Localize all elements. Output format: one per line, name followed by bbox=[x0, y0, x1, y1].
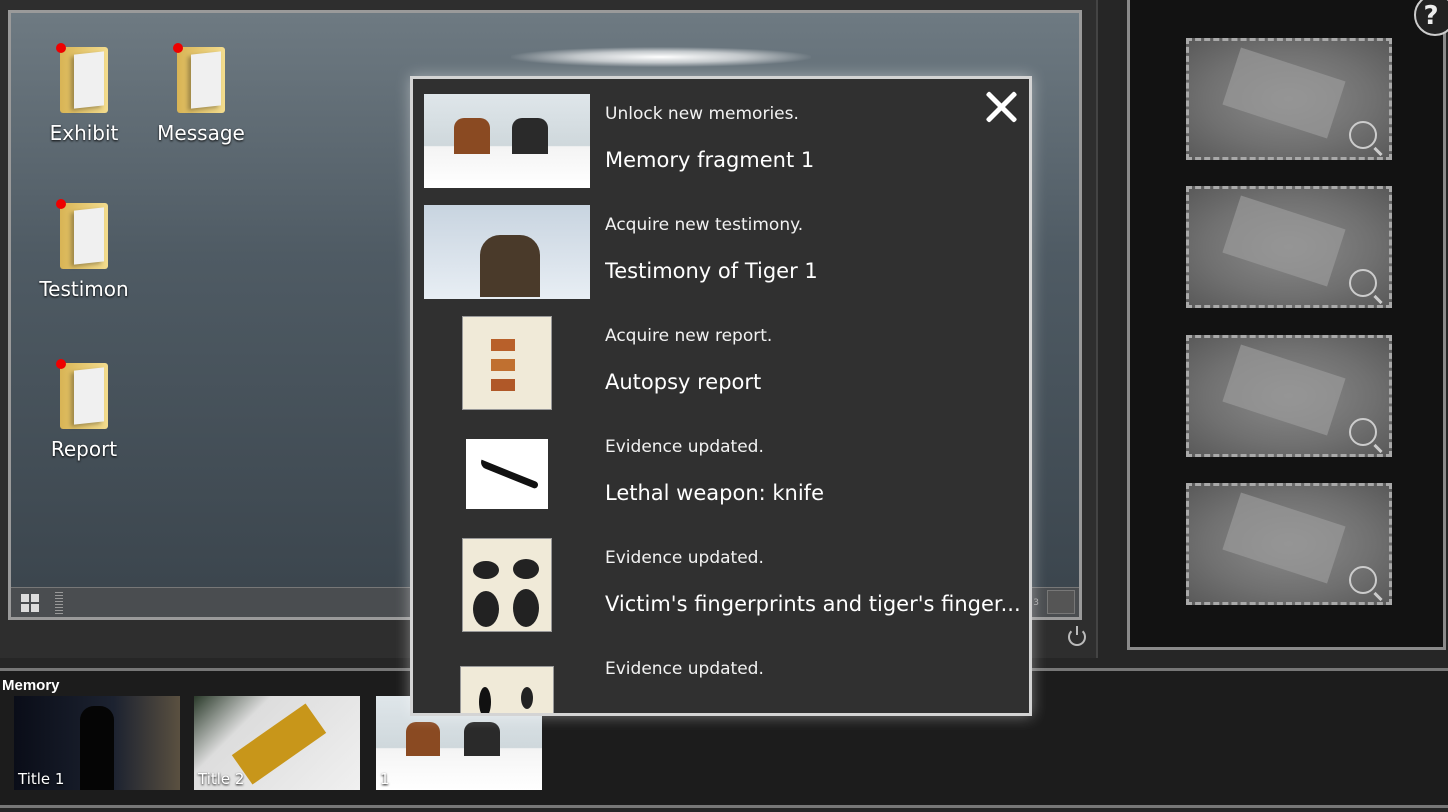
notification-title: Autopsy report bbox=[605, 370, 762, 394]
notification-item[interactable]: Evidence updated. bbox=[424, 649, 1024, 713]
notification-subtitle: Evidence updated. bbox=[605, 437, 764, 457]
memory-thumb-label: Title 2 bbox=[198, 770, 245, 788]
evidence-slot[interactable] bbox=[1186, 335, 1392, 457]
tray-text: 3 bbox=[1033, 598, 1039, 608]
show-desktop-button[interactable] bbox=[1047, 590, 1075, 614]
notification-subtitle: Acquire new testimony. bbox=[605, 215, 804, 235]
memory-thumb-label: Title 1 bbox=[18, 770, 65, 788]
magnifier-icon[interactable] bbox=[1349, 121, 1377, 149]
notification-subtitle: Unlock new memories. bbox=[605, 104, 799, 124]
knife-thumbnail bbox=[424, 427, 590, 521]
memory-thumb-label: 1 bbox=[380, 770, 390, 788]
evidence-slot[interactable] bbox=[1186, 38, 1392, 160]
notification-item[interactable]: Evidence updated. Lethal weapon: knife bbox=[424, 427, 1024, 521]
new-badge-icon bbox=[56, 199, 66, 209]
notification-subtitle: Evidence updated. bbox=[605, 548, 764, 568]
memory-label: Memory bbox=[2, 677, 60, 694]
memory-thumb[interactable]: Title 1 bbox=[14, 696, 180, 790]
windows-icon[interactable] bbox=[21, 594, 39, 612]
icon-label: Exhibit bbox=[49, 121, 119, 145]
desktop-icon-testimony[interactable]: Testimon bbox=[29, 199, 139, 301]
desktop-icon-message[interactable]: Message bbox=[146, 43, 256, 145]
magnifier-icon[interactable] bbox=[1349, 566, 1377, 594]
folder-icon bbox=[56, 43, 108, 113]
folder-icon bbox=[173, 43, 225, 113]
report-thumbnail bbox=[424, 316, 590, 410]
notification-subtitle: Evidence updated. bbox=[605, 659, 764, 679]
desktop-icon-report[interactable]: Report bbox=[29, 359, 139, 461]
folder-icon bbox=[56, 359, 108, 429]
new-badge-icon bbox=[56, 359, 66, 369]
icon-label: Report bbox=[50, 437, 118, 461]
evidence-slot[interactable] bbox=[1186, 186, 1392, 308]
testimony-thumbnail bbox=[424, 205, 590, 299]
desktop-icon-exhibit[interactable]: Exhibit bbox=[29, 43, 139, 145]
footprint-thumbnail bbox=[424, 649, 590, 713]
notification-title: Memory fragment 1 bbox=[605, 148, 815, 172]
fingerprint-thumbnail bbox=[424, 538, 590, 632]
ceiling-light bbox=[511, 47, 811, 67]
memory-thumb[interactable]: Title 2 bbox=[194, 696, 360, 790]
memory-thumbnail bbox=[424, 94, 590, 188]
notification-item[interactable]: Unlock new memories. Memory fragment 1 bbox=[424, 94, 1024, 188]
taskbar-grip[interactable] bbox=[55, 592, 63, 614]
notification-popup: Unlock new memories. Memory fragment 1 A… bbox=[410, 76, 1032, 716]
magnifier-icon[interactable] bbox=[1349, 418, 1377, 446]
evidence-panel bbox=[1127, 0, 1446, 650]
notification-subtitle: Acquire new report. bbox=[605, 326, 773, 346]
evidence-slot[interactable] bbox=[1186, 483, 1392, 605]
folder-icon bbox=[56, 199, 108, 269]
notification-item[interactable]: Evidence updated. Victim's fingerprints … bbox=[424, 538, 1024, 632]
power-icon[interactable] bbox=[1068, 626, 1086, 646]
new-badge-icon bbox=[56, 43, 66, 53]
notification-item[interactable]: Acquire new report. Autopsy report bbox=[424, 316, 1024, 410]
icon-label: Testimon bbox=[39, 277, 129, 301]
notification-item[interactable]: Acquire new testimony. Testimony of Tige… bbox=[424, 205, 1024, 299]
magnifier-icon[interactable] bbox=[1349, 269, 1377, 297]
notification-title: Victim's fingerprints and tiger's finger… bbox=[605, 592, 1021, 616]
new-badge-icon bbox=[173, 43, 183, 53]
notification-title: Testimony of Tiger 1 bbox=[605, 259, 818, 283]
icon-label: Message bbox=[157, 121, 245, 145]
notification-title: Lethal weapon: knife bbox=[605, 481, 824, 505]
